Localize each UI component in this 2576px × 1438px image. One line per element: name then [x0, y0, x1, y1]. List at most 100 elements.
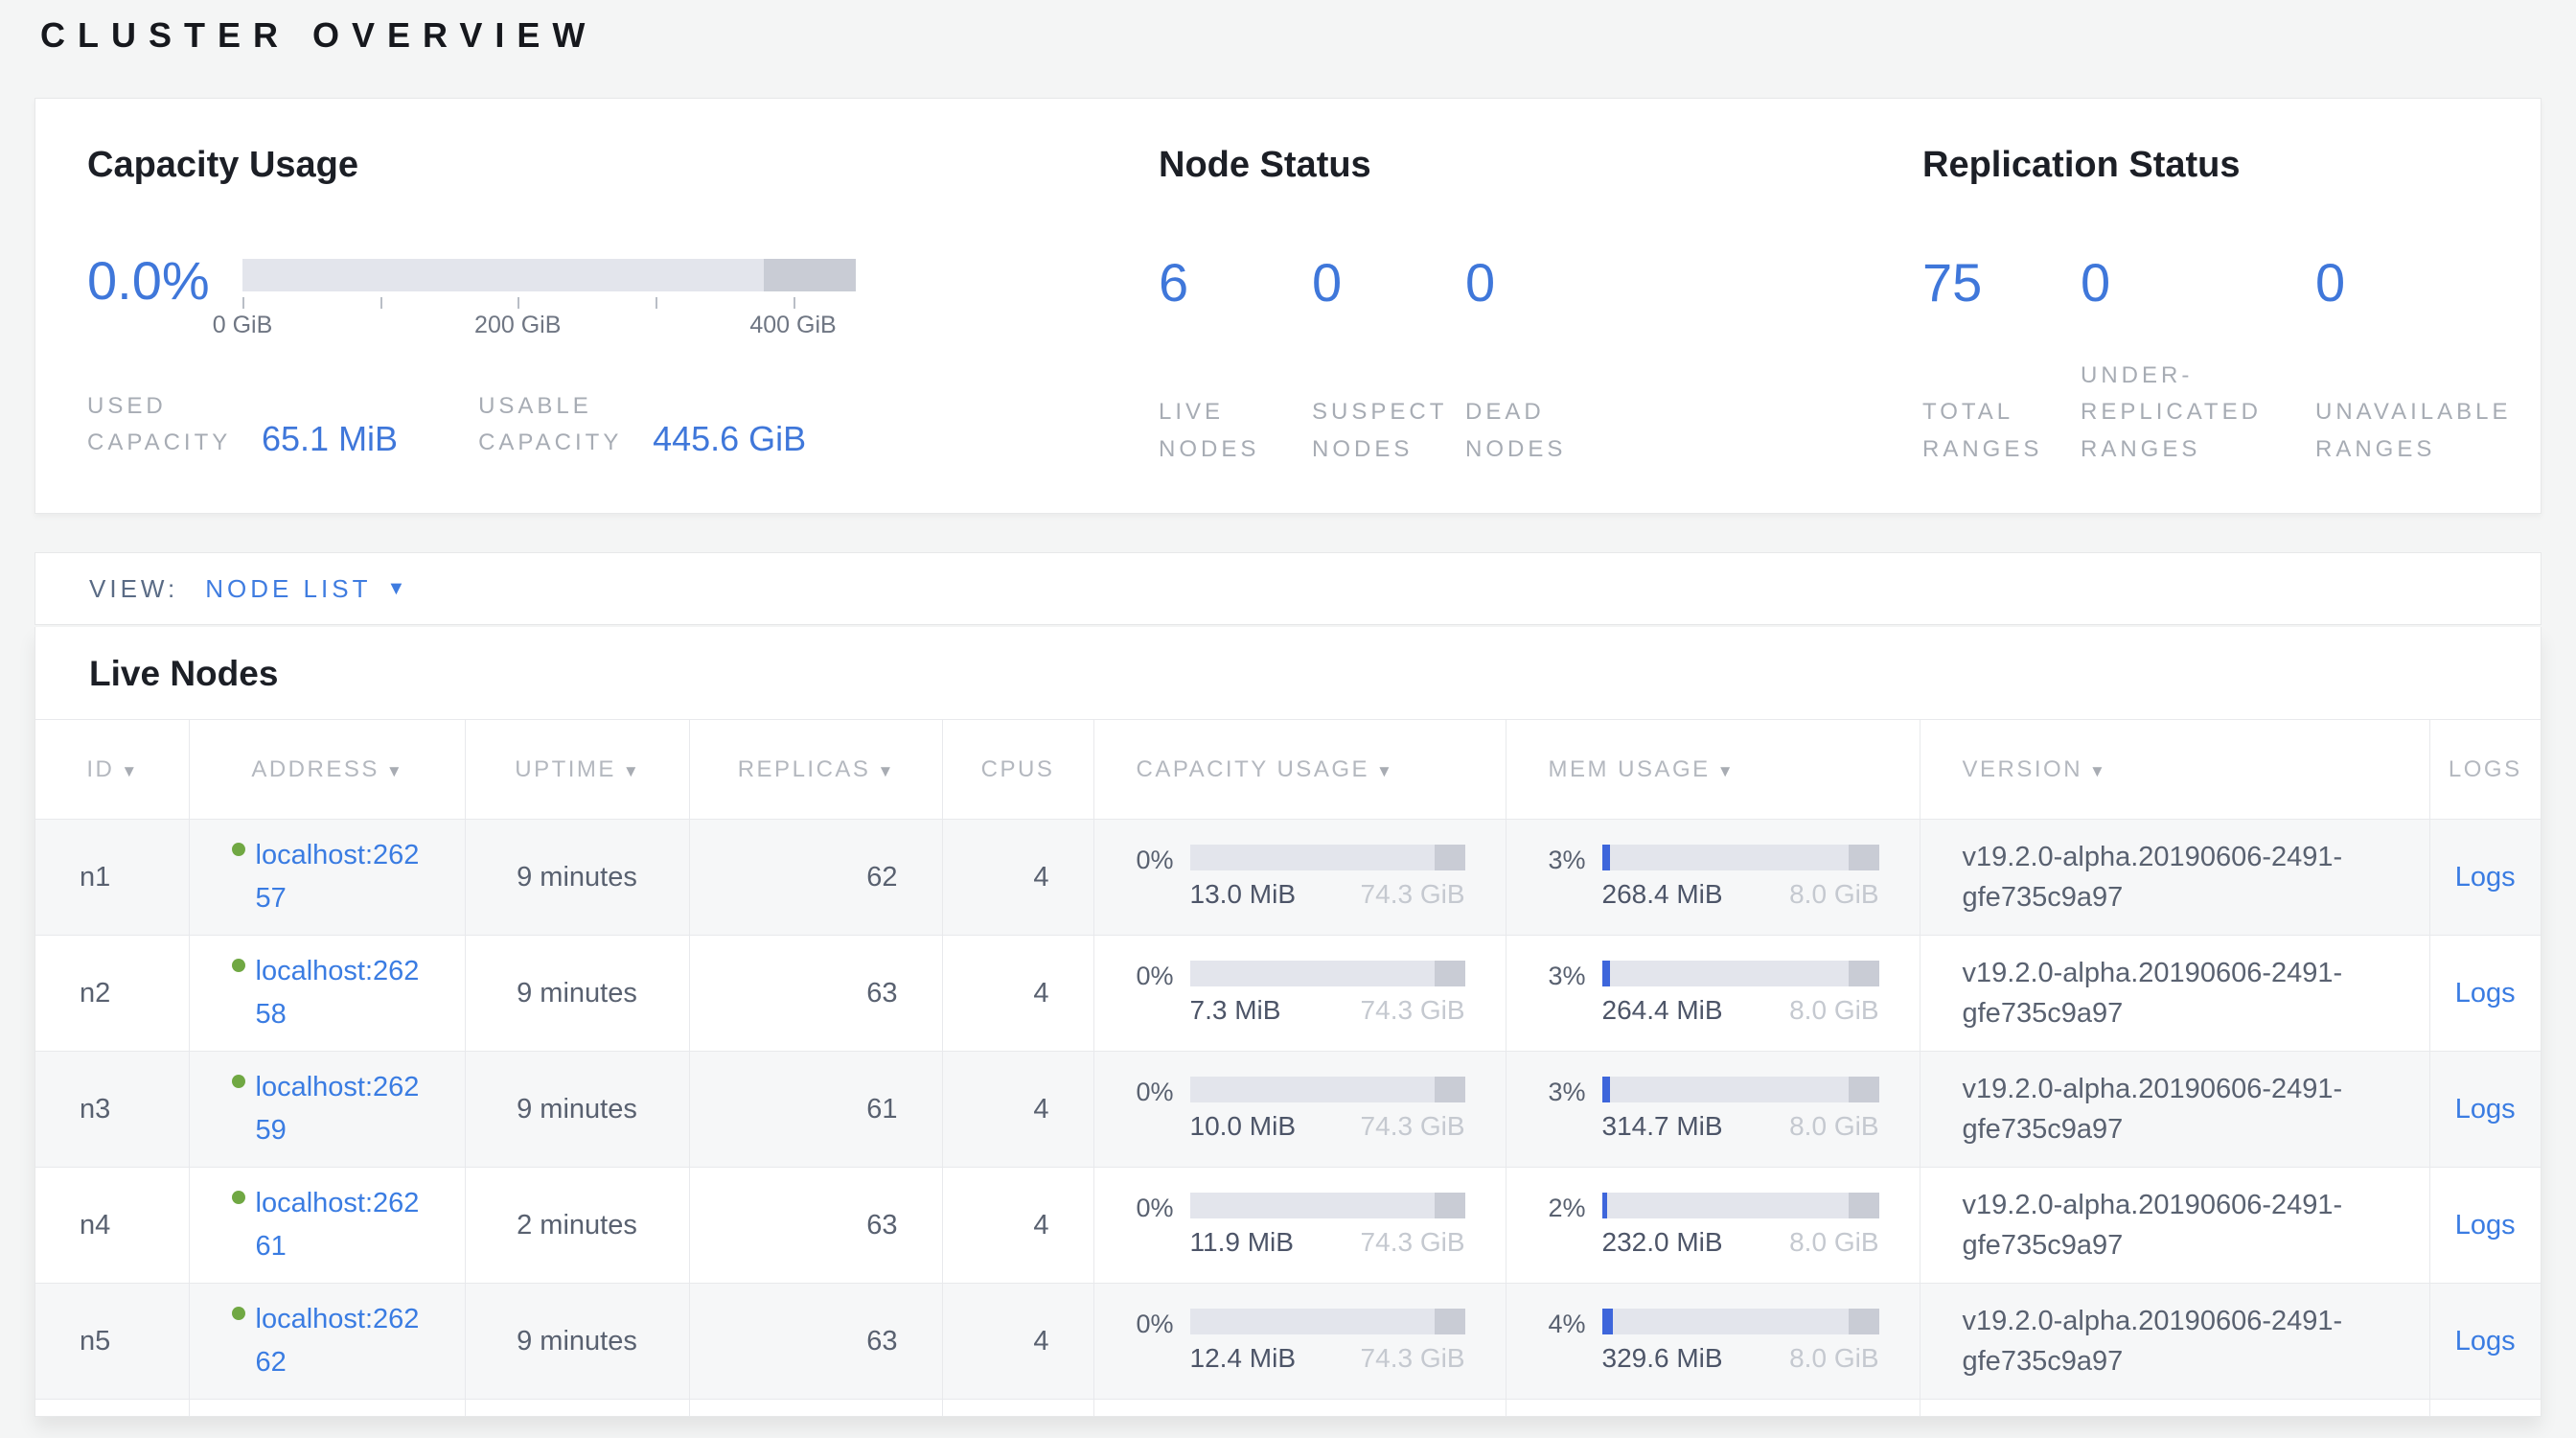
node-id: n5: [35, 1284, 189, 1400]
logs-link[interactable]: Logs: [2455, 1094, 2516, 1125]
capacity-gauge: 0.0% 0 GiB 200 GiB: [87, 253, 1159, 340]
live-status-dot-icon: [232, 1307, 245, 1320]
node-address-cell: localhost:26257: [189, 820, 465, 936]
node-address-link[interactable]: localhost:26257: [256, 834, 420, 920]
usable-capacity-value: 445.6 GiB: [653, 419, 806, 459]
view-dropdown[interactable]: NODE LIST ▼: [205, 574, 405, 604]
table-row: n3 localhost:26259 9 minutes 61 4 0% 10.…: [35, 1052, 2541, 1168]
capacity-bar-wrap: 0 GiB 200 GiB 400 GiB: [242, 259, 856, 340]
logs-link[interactable]: Logs: [2455, 1326, 2516, 1357]
capacity-used: 12.4 MiB: [1190, 1343, 1297, 1374]
live-nodes-panel: Live Nodes ID▼ ADDRESS▼ UPTIME▼ REPLICAS…: [34, 627, 2542, 1417]
capacity-usage-section: Capacity Usage 0.0%: [87, 145, 1159, 513]
capacity-used: 11.9 MiB: [1190, 1227, 1294, 1258]
bar-reserved-segment: [1849, 1077, 1879, 1102]
total-ranges-label: TOTAL RANGES: [1922, 394, 2057, 468]
node-status-heading: Node Status: [1159, 145, 1922, 186]
node-capacity-usage-cell: 0% 7.3 MiB74.3 GiB: [1093, 936, 1506, 1052]
column-header-address[interactable]: ADDRESS▼: [189, 720, 465, 820]
bar-reserved-segment: [1849, 961, 1879, 986]
capacity-used: 13.0 MiB: [1190, 879, 1297, 910]
live-status-dot-icon: [232, 1191, 245, 1204]
node-mem-usage-cell: 3% 268.4 MiB8.0 GiB: [1506, 820, 1920, 936]
replication-stats: 75 TOTAL RANGES 0 UNDER-REPLICATED RANGE…: [1922, 255, 2541, 468]
suspect-nodes-value: 0: [1312, 255, 1465, 312]
column-header-uptime[interactable]: UPTIME▼: [465, 720, 689, 820]
capacity-mini-bar: [1190, 1077, 1465, 1102]
capacity-total: 74.3 GiB: [1361, 1111, 1465, 1142]
table-row: n2 localhost:26258 9 minutes 63 4 0% 7.3…: [35, 936, 2541, 1052]
capacity-mini-bar: [1190, 961, 1465, 986]
column-header-capacity-usage[interactable]: CAPACITY USAGE▼: [1093, 720, 1506, 820]
node-address-link[interactable]: localhost:26262: [256, 1298, 420, 1384]
node-replicas: 63: [689, 1284, 942, 1400]
axis-label-400: 400 GiB: [749, 312, 836, 339]
node-version: v19.2.0-alpha.20190606-2491-gfe735c9a97: [1920, 1052, 2429, 1168]
node-capacity-usage-cell: 0% 11.9 MiB74.3 GiB: [1093, 1168, 1506, 1284]
capacity-mini-bar: [1190, 1309, 1465, 1334]
unavailable-ranges-value: 0: [2315, 255, 2536, 312]
capacity-mini-bar: [1190, 1193, 1465, 1218]
capacity-percent: 0%: [1137, 1078, 1179, 1107]
node-mem-usage-cell: 3% 314.7 MiB8.0 GiB: [1506, 1052, 1920, 1168]
axis-tick: [380, 297, 382, 309]
node-logs-cell: Logs: [2429, 820, 2541, 936]
under-replicated-ranges-label: UNDER-REPLICATED RANGES: [2081, 358, 2284, 468]
view-dropdown-value: NODE LIST: [205, 574, 371, 604]
mem-mini-bar: [1602, 961, 1879, 986]
node-address-link[interactable]: localhost:26261: [256, 1182, 420, 1268]
node-uptime: 9 minutes: [465, 1052, 689, 1168]
axis-tick: [794, 297, 795, 309]
mem-used: 264.4 MiB: [1602, 995, 1723, 1026]
mem-mini-bar: [1602, 845, 1879, 870]
usable-capacity-label: USABLE CAPACITY: [478, 388, 639, 462]
node-replicas: 63: [689, 936, 942, 1052]
node-address-link[interactable]: localhost:26259: [256, 1066, 420, 1152]
column-header-logs: LOGS: [2429, 720, 2541, 820]
bar-reserved-segment: [1435, 1309, 1465, 1334]
usable-capacity-stat: USABLE CAPACITY 445.6 GiB: [478, 388, 806, 462]
node-cpus: 4: [942, 1284, 1093, 1400]
unavailable-ranges-stat: 0 UNAVAILABLE RANGES: [2315, 255, 2536, 468]
node-logs-cell: Logs: [2429, 1168, 2541, 1284]
table-row: n1 localhost:26257 9 minutes 62 4 0% 13.…: [35, 820, 2541, 936]
used-capacity-stat: USED CAPACITY 65.1 MiB: [87, 388, 398, 462]
logs-link[interactable]: Logs: [2455, 1210, 2516, 1241]
logs-link[interactable]: Logs: [2455, 978, 2516, 1009]
live-nodes-table: ID▼ ADDRESS▼ UPTIME▼ REPLICAS▼ CPUS CAPA…: [35, 719, 2541, 1417]
mem-mini-bar: [1602, 1077, 1879, 1102]
capacity-bar: [242, 259, 856, 291]
column-header-replicas[interactable]: REPLICAS▼: [689, 720, 942, 820]
node-capacity-usage-cell: 0% 12.4 MiB74.3 GiB: [1093, 1284, 1506, 1400]
node-replicas: 61: [689, 1052, 942, 1168]
logs-link[interactable]: Logs: [2455, 862, 2516, 893]
bar-fill: [1602, 1193, 1608, 1218]
mem-used: 268.4 MiB: [1602, 879, 1723, 910]
bar-reserved-segment: [1849, 1309, 1879, 1334]
bar-reserved-segment: [1435, 1193, 1465, 1218]
cluster-summary-card: Capacity Usage 0.0%: [34, 98, 2542, 514]
bar-fill: [1602, 1077, 1611, 1102]
node-capacity-usage-cell: 0% 13.0 MiB74.3 GiB: [1093, 820, 1506, 936]
mem-total: 8.0 GiB: [1789, 995, 1878, 1026]
node-cpus: 4: [942, 1168, 1093, 1284]
live-nodes-value: 6: [1159, 255, 1312, 312]
column-header-mem-usage[interactable]: MEM USAGE▼: [1506, 720, 1920, 820]
mem-total: 8.0 GiB: [1789, 1111, 1878, 1142]
node-version: v19.2.0-alpha.20190606-2491-gfe735c9a97: [1920, 1168, 2429, 1284]
mem-total: 8.0 GiB: [1789, 1227, 1878, 1258]
node-mem-usage-cell: 2% 232.0 MiB8.0 GiB: [1506, 1168, 1920, 1284]
capacity-axis-ticks: [242, 294, 856, 310]
column-header-id[interactable]: ID▼: [35, 720, 189, 820]
column-header-version[interactable]: VERSION▼: [1920, 720, 2429, 820]
node-address-link[interactable]: localhost:26258: [256, 950, 420, 1036]
mem-percent: 3%: [1549, 1078, 1591, 1107]
node-id: n4: [35, 1168, 189, 1284]
bar-fill: [1602, 1309, 1614, 1334]
node-logs-cell: Logs: [2429, 936, 2541, 1052]
sort-desc-icon: ▼: [1376, 762, 1392, 780]
table-row: n5 localhost:26262 9 minutes 63 4 0% 12.…: [35, 1284, 2541, 1400]
mem-used: 329.6 MiB: [1602, 1343, 1723, 1374]
node-logs-cell: Logs: [2429, 1284, 2541, 1400]
axis-tick: [518, 297, 519, 309]
